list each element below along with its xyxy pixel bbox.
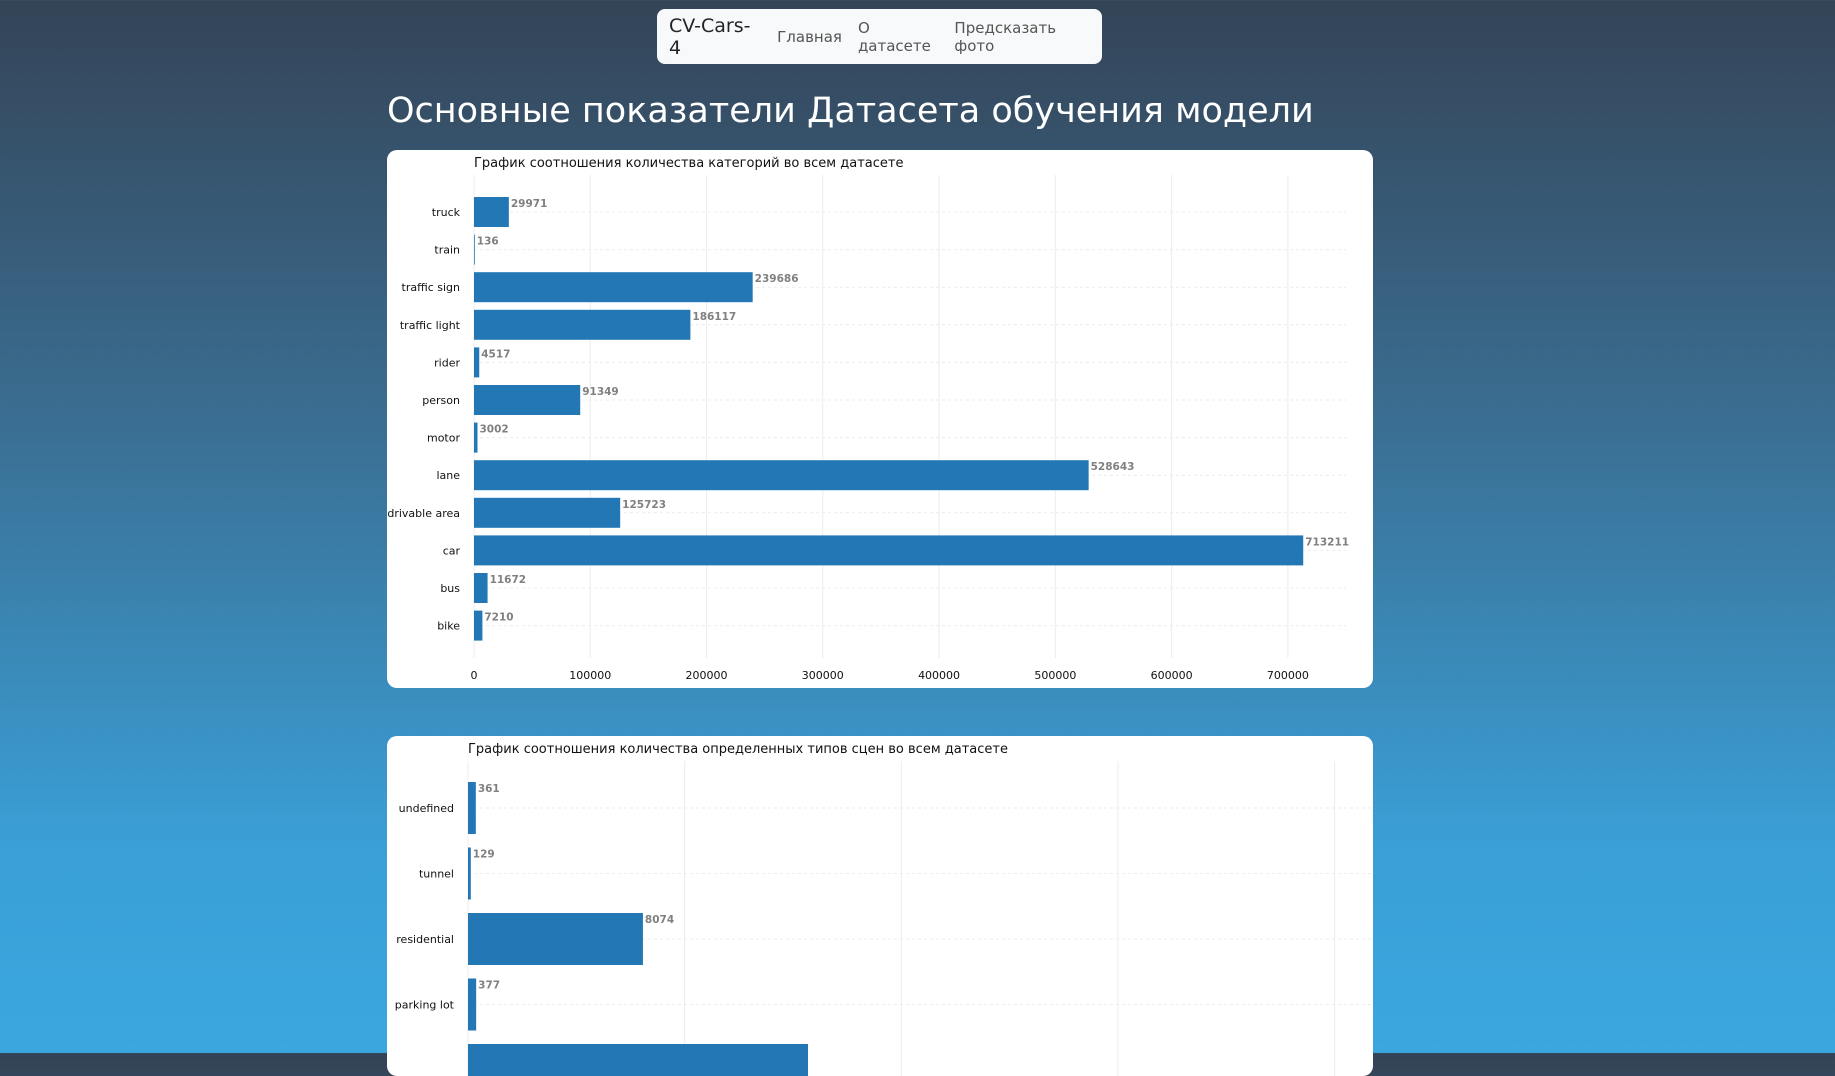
categories-bar-chart: График соотношения количества категорий … — [387, 156, 1349, 682]
categories-category-label-person: person — [422, 394, 460, 407]
categories-x-tick-label: 100000 — [569, 669, 611, 682]
categories-value-label-traffic-light: 186117 — [692, 311, 736, 323]
categories-x-tick-label: 200000 — [686, 669, 728, 682]
categories-value-label-bus: 11672 — [490, 574, 527, 586]
categories-x-tick-label: 700000 — [1267, 669, 1309, 682]
nav-link-predict-photo[interactable]: Предсказать фото — [954, 19, 1086, 55]
categories-x-tick-label: 0 — [471, 669, 478, 682]
categories-bar-person — [474, 385, 581, 415]
categories-bar-lane — [474, 460, 1089, 491]
page-title: Основные показатели Датасета обучения мо… — [387, 91, 1314, 131]
scenes-bar-undefined — [468, 782, 476, 834]
categories-bar-traffic-light — [474, 309, 691, 340]
categories-category-label-rider: rider — [434, 356, 460, 369]
categories-x-tick-label: 400000 — [918, 669, 960, 682]
categories-bar-rider — [474, 347, 480, 378]
categories-chart-card: График соотношения количества категорий … — [387, 150, 1373, 688]
scenes-value-label-parking-lot: 377 — [478, 980, 500, 992]
categories-value-label-rider: 4517 — [481, 348, 510, 360]
categories-value-label-motor: 3002 — [479, 424, 508, 436]
categories-chart-title: График соотношения количества категорий … — [474, 156, 903, 171]
categories-value-label-person: 91349 — [582, 386, 619, 398]
categories-x-tick-label: 500000 — [1034, 669, 1076, 682]
categories-x-tick-label: 300000 — [802, 669, 844, 682]
categories-category-label-lane: lane — [436, 469, 460, 482]
categories-value-label-drivable-area: 125723 — [622, 499, 666, 511]
categories-bar-car — [474, 535, 1304, 566]
categories-bar-bike — [474, 610, 483, 641]
categories-category-label-car: car — [443, 544, 461, 557]
scenes-bar-tunnel — [468, 847, 471, 900]
categories-value-label-bike: 7210 — [484, 612, 513, 624]
scenes-bar-chart: График соотношения количества определенн… — [395, 742, 1373, 1076]
categories-bar-truck — [474, 197, 509, 227]
categories-bar-motor — [474, 422, 478, 453]
categories-category-label-traffic-light: traffic light — [400, 319, 461, 332]
scenes-chart-title: График соотношения количества определенн… — [468, 742, 1008, 757]
scenes-bar-partial — [468, 1044, 808, 1076]
categories-x-tick-label: 600000 — [1151, 669, 1193, 682]
categories-value-label-train: 136 — [477, 236, 499, 248]
navbar: CV-Cars-4 Главная О датасете Предсказать… — [657, 9, 1102, 64]
scenes-category-label-undefined: undefined — [399, 802, 454, 815]
categories-category-label-bus: bus — [440, 582, 460, 595]
categories-category-label-motor: motor — [427, 432, 460, 445]
nav-link-home[interactable]: Главная — [777, 28, 842, 46]
scenes-category-label-residential: residential — [396, 933, 454, 946]
categories-category-label-bike: bike — [437, 620, 460, 633]
categories-value-label-truck: 29971 — [511, 198, 548, 210]
categories-category-label-truck: truck — [432, 206, 461, 219]
scenes-bar-residential — [468, 913, 643, 965]
scenes-value-label-tunnel: 129 — [473, 849, 495, 861]
categories-bar-bus — [474, 573, 488, 603]
brand-link[interactable]: CV-Cars-4 — [669, 15, 753, 59]
categories-bar-train — [474, 234, 475, 265]
categories-bar-drivable-area — [474, 497, 621, 528]
categories-category-label-traffic-sign: traffic sign — [402, 281, 461, 294]
scenes-bar-parking-lot — [468, 978, 477, 1031]
categories-bar-traffic-sign — [474, 272, 753, 303]
categories-value-label-traffic-sign: 239686 — [755, 273, 799, 285]
scenes-value-label-residential: 8074 — [645, 914, 674, 926]
categories-category-label-train: train — [434, 244, 460, 257]
scenes-category-label-parking-lot: parking lot — [395, 999, 455, 1012]
scenes-chart-card: График соотношения количества определенн… — [387, 736, 1373, 1076]
scenes-value-label-undefined: 361 — [478, 783, 500, 795]
nav-link-about-dataset[interactable]: О датасете — [858, 19, 938, 55]
categories-value-label-lane: 528643 — [1091, 461, 1135, 473]
categories-category-label-drivable-area: drivable area — [387, 507, 460, 520]
categories-value-label-car: 713211 — [1305, 536, 1349, 548]
scenes-category-label-tunnel: tunnel — [419, 868, 454, 881]
